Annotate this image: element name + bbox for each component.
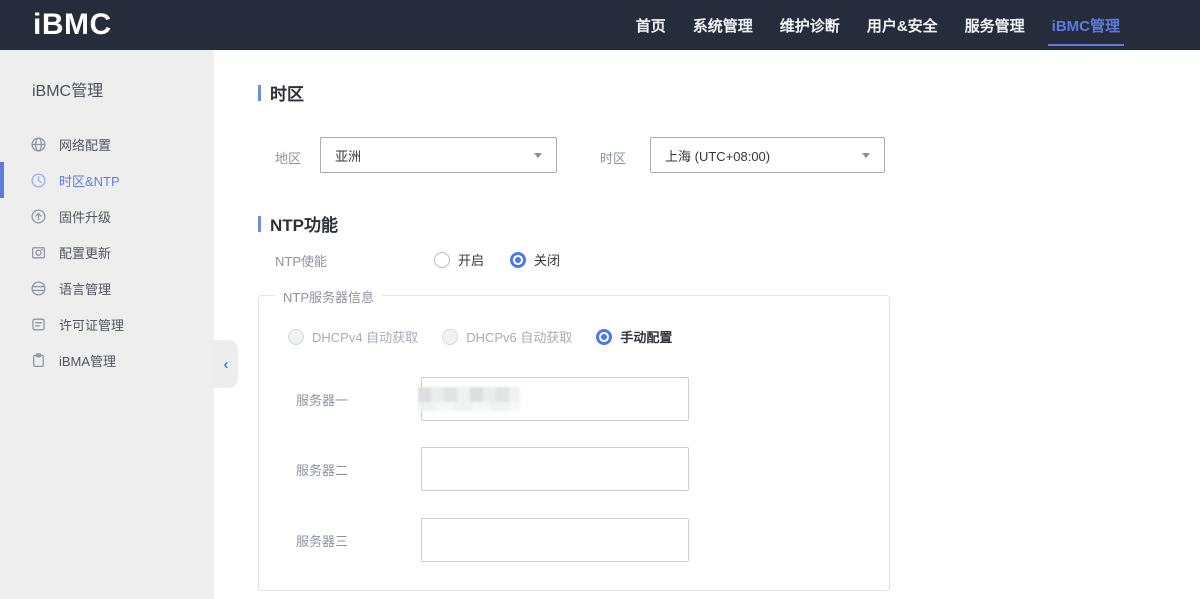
server-three-row: 服务器三 bbox=[296, 518, 689, 562]
nav-item-ibmc[interactable]: iBMC管理 bbox=[1052, 0, 1120, 50]
redacted-server-address bbox=[418, 387, 520, 411]
radio-selected-icon bbox=[510, 252, 526, 268]
timezone-clock-icon bbox=[30, 172, 47, 189]
server-two-label: 服务器二 bbox=[296, 460, 421, 479]
sidebar-item-label: iBMA管理 bbox=[59, 351, 116, 370]
sidebar-item-ibma[interactable]: iBMA管理 bbox=[0, 342, 214, 378]
radio-disabled-icon bbox=[288, 329, 304, 345]
chevron-down-icon bbox=[534, 153, 542, 158]
network-globe-icon bbox=[30, 136, 47, 153]
timezone-select[interactable]: 上海 (UTC+08:00) bbox=[650, 137, 885, 173]
sidebar-item-config-update[interactable]: 配置更新 bbox=[0, 234, 214, 270]
server-two-input[interactable] bbox=[421, 447, 689, 491]
app-logo: iBMC bbox=[33, 0, 112, 50]
chevron-down-icon bbox=[862, 153, 870, 158]
radio-unselected-icon bbox=[434, 252, 450, 268]
license-icon bbox=[30, 316, 47, 333]
region-select[interactable]: 亚洲 bbox=[320, 137, 557, 173]
ntp-enable-off-radio[interactable]: 关闭 bbox=[510, 250, 560, 269]
manual-config-radio[interactable]: 手动配置 bbox=[596, 327, 672, 346]
sidebar-item-language[interactable]: 语言管理 bbox=[0, 270, 214, 306]
nav-item-system[interactable]: 系统管理 bbox=[693, 0, 753, 50]
nav-item-service[interactable]: 服务管理 bbox=[965, 0, 1025, 50]
topbar: iBMC 首页 系统管理 维护诊断 用户&安全 服务管理 iBMC管理 bbox=[0, 0, 1200, 50]
ntp-enable-radio-group: 开启 关闭 bbox=[434, 250, 560, 269]
sidebar-item-label: 配置更新 bbox=[59, 243, 111, 262]
sidebar-title: iBMC管理 bbox=[32, 77, 214, 101]
radio-selected-icon bbox=[596, 329, 612, 345]
timezone-select-value: 上海 (UTC+08:00) bbox=[665, 146, 770, 165]
section-accent-bar bbox=[258, 216, 261, 232]
top-navigation: 首页 系统管理 维护诊断 用户&安全 服务管理 iBMC管理 bbox=[636, 0, 1200, 50]
sidebar-item-label: 网络配置 bbox=[59, 135, 111, 154]
ntp-mode-radio-group: DHCPv4 自动获取 DHCPv6 自动获取 手动配置 bbox=[288, 327, 672, 346]
sidebar: iBMC管理 网络配置 时区&NTP 固件升级 配置更新 bbox=[0, 50, 214, 599]
ntp-server-group-legend: NTP服务器信息 bbox=[275, 287, 382, 306]
server-two-row: 服务器二 bbox=[296, 447, 689, 491]
radio-disabled-icon bbox=[442, 329, 458, 345]
language-icon bbox=[30, 280, 47, 297]
sidebar-item-label: 语言管理 bbox=[59, 279, 111, 298]
region-select-value: 亚洲 bbox=[335, 146, 361, 165]
nav-item-home[interactable]: 首页 bbox=[636, 0, 666, 50]
main-content: 时区 地区 亚洲 时区 上海 (UTC+08:00) NTP功能 NTP使能 开… bbox=[214, 50, 1200, 599]
dhcpv4-auto-radio[interactable]: DHCPv4 自动获取 bbox=[288, 327, 418, 346]
sidebar-item-license[interactable]: 许可证管理 bbox=[0, 306, 214, 342]
server-three-label: 服务器三 bbox=[296, 531, 421, 550]
chevron-left-icon: ‹ bbox=[224, 356, 229, 373]
ntp-enable-on-radio[interactable]: 开启 bbox=[434, 250, 484, 269]
nav-item-maintenance[interactable]: 维护诊断 bbox=[780, 0, 840, 50]
region-label: 地区 bbox=[275, 148, 301, 167]
sidebar-item-firmware[interactable]: 固件升级 bbox=[0, 198, 214, 234]
server-three-input[interactable] bbox=[421, 518, 689, 562]
config-update-icon bbox=[30, 244, 47, 261]
ntp-enable-label: NTP使能 bbox=[275, 251, 327, 270]
timezone-label: 时区 bbox=[600, 148, 626, 167]
sidebar-item-network[interactable]: 网络配置 bbox=[0, 126, 214, 162]
ntp-section-title: NTP功能 bbox=[258, 211, 338, 236]
dhcpv6-auto-radio[interactable]: DHCPv6 自动获取 bbox=[442, 327, 572, 346]
sidebar-item-label: 时区&NTP bbox=[59, 171, 120, 190]
ibma-clipboard-icon bbox=[30, 352, 47, 369]
nav-item-user-security[interactable]: 用户&安全 bbox=[867, 0, 938, 50]
section-accent-bar bbox=[258, 85, 261, 101]
server-one-label: 服务器一 bbox=[296, 390, 421, 409]
sidebar-menu: 网络配置 时区&NTP 固件升级 配置更新 语言管理 bbox=[0, 126, 214, 378]
sidebar-item-label: 固件升级 bbox=[59, 207, 111, 226]
ntp-server-group: NTP服务器信息 DHCPv4 自动获取 DHCPv6 自动获取 手动配置 服务… bbox=[258, 295, 890, 591]
timezone-section-title: 时区 bbox=[258, 80, 304, 105]
sidebar-collapse-button[interactable]: ‹ bbox=[214, 340, 238, 388]
sidebar-item-label: 许可证管理 bbox=[59, 315, 124, 334]
sidebar-item-timezone-ntp[interactable]: 时区&NTP bbox=[0, 162, 214, 198]
firmware-upgrade-icon bbox=[30, 208, 47, 225]
